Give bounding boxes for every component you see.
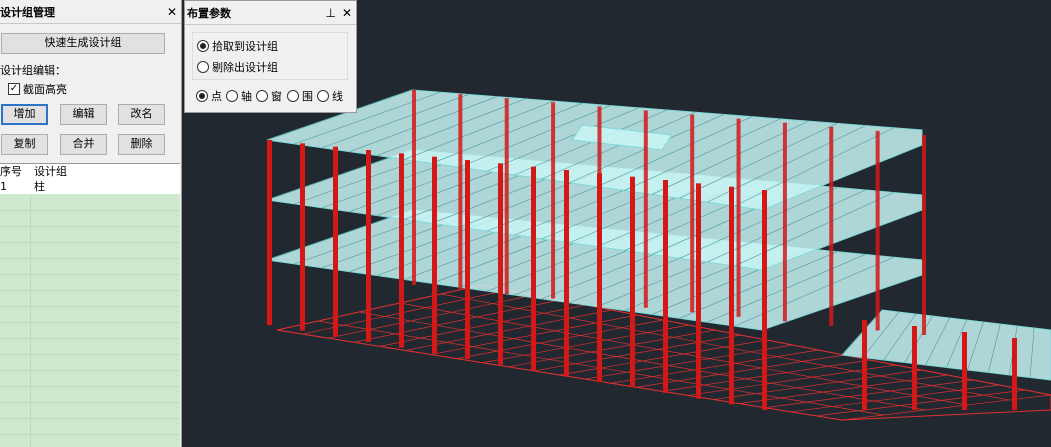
column [696, 183, 701, 399]
edit-button[interactable]: 编辑 [60, 104, 107, 125]
ground-grid-line [508, 329, 715, 368]
radio-indicator-icon[interactable] [197, 40, 209, 52]
edit-section-label: 设计组编辑： [0, 64, 66, 77]
copy-button[interactable]: 复制 [1, 134, 48, 155]
column [267, 140, 272, 325]
column [862, 320, 867, 410]
radio-pick-axis[interactable]: 轴 [226, 88, 252, 104]
radio-label: 窗 [271, 90, 282, 103]
column [498, 163, 503, 365]
delete-button[interactable]: 删除 [118, 134, 165, 155]
radio-label: 轴 [241, 90, 252, 103]
column [531, 166, 536, 371]
radio-indicator-icon[interactable] [256, 90, 268, 102]
column [643, 110, 648, 308]
radio-indicator-icon[interactable] [287, 90, 299, 102]
list-header: 序号 设计组 [0, 164, 180, 179]
table-row[interactable]: 1 柱 [0, 179, 180, 194]
panel-titlebar: 设计组管理 ✕ [0, 0, 181, 24]
panel-title: 设计组管理 [0, 5, 55, 19]
mode-group: 拾取到设计组 剔除出设计组 [192, 32, 348, 80]
column [366, 150, 371, 342]
ground-grid-line [482, 324, 689, 364]
empty-list-rows[interactable] [0, 195, 180, 447]
ground-grid-line [276, 284, 483, 331]
radio-remove-from-group[interactable]: 剔除出设计组 [197, 59, 278, 75]
checkbox-label: 截面高亮 [23, 83, 67, 96]
design-group-panel: 设计组管理 ✕ 快速生成设计组 设计组编辑： ✓ 截面高亮 增加 编辑 改名 复… [0, 0, 182, 447]
radio-label: 拾取到设计组 [212, 40, 278, 53]
radio-indicator-icon[interactable] [226, 90, 238, 102]
radio-pick-point[interactable]: 点 [196, 88, 222, 104]
column-divider [30, 195, 31, 447]
ground-grid-line [358, 311, 926, 411]
merge-button[interactable]: 合并 [60, 134, 107, 155]
dialog-title: 布置参数 [187, 6, 231, 20]
right-wing-slab [840, 309, 1051, 381]
column [736, 118, 741, 317]
highlight-section-checkbox[interactable]: ✓ 截面高亮 [8, 81, 67, 97]
column [333, 146, 338, 337]
column [564, 170, 569, 376]
radio-indicator-icon[interactable] [196, 90, 208, 102]
column [875, 130, 880, 331]
column [762, 190, 767, 410]
radio-label: 线 [332, 90, 343, 103]
pin-icon[interactable]: ⊥ [325, 6, 335, 20]
column [1012, 338, 1017, 410]
radio-pick-window[interactable]: 窗 [256, 88, 282, 104]
ground-grid-line [790, 384, 1000, 413]
close-icon[interactable]: ✕ [342, 6, 352, 20]
radio-pick-to-group[interactable]: 拾取到设计组 [197, 38, 278, 54]
ground-grid-line [841, 394, 1051, 421]
column [399, 153, 404, 348]
column [465, 160, 470, 359]
column [432, 156, 437, 354]
row-index: 1 [0, 180, 7, 193]
column [597, 106, 602, 304]
col-header-index[interactable]: 序号 [0, 164, 30, 179]
close-icon[interactable]: ✕ [167, 5, 177, 19]
radio-indicator-icon[interactable] [197, 61, 209, 73]
column [504, 98, 509, 295]
radio-pick-enclose[interactable]: 围 [287, 88, 313, 104]
column [663, 180, 668, 393]
layout-params-dialog: 布置参数 ⊥ ✕ 拾取到设计组 剔除出设计组 点 轴 窗 围 线 [184, 0, 357, 113]
checkbox-check-icon[interactable]: ✓ [8, 83, 20, 95]
column [458, 94, 463, 290]
row-group-name: 柱 [34, 180, 45, 193]
quick-generate-button[interactable]: 快速生成设计组 [1, 33, 165, 54]
radio-indicator-icon[interactable] [317, 90, 329, 102]
ground-grid-line [816, 389, 1026, 417]
column [630, 176, 635, 388]
ground-grid-line [764, 379, 974, 409]
col-header-group[interactable]: 设计组 [30, 164, 67, 179]
radio-label: 围 [302, 90, 313, 103]
column [962, 332, 967, 410]
dialog-titlebar: 布置参数 ⊥ ✕ [185, 1, 356, 25]
column [729, 186, 734, 405]
add-button[interactable]: 增加 [1, 104, 48, 125]
design-group-list[interactable]: 序号 设计组 1 柱 [0, 163, 180, 447]
ground-grid-line [713, 369, 922, 400]
ground-grid-line [585, 344, 793, 380]
column [829, 126, 834, 326]
column [412, 90, 416, 285]
column [300, 143, 305, 331]
radio-label: 剔除出设计组 [212, 61, 278, 74]
column [922, 135, 926, 335]
radio-pick-line[interactable]: 线 [317, 88, 343, 104]
column [690, 114, 695, 313]
column [782, 122, 787, 322]
ground-grid-line [610, 349, 819, 384]
column [551, 102, 556, 299]
ground-grid-line [276, 329, 843, 421]
rename-button[interactable]: 改名 [118, 104, 165, 125]
radio-label: 点 [211, 90, 222, 103]
column [912, 326, 917, 410]
